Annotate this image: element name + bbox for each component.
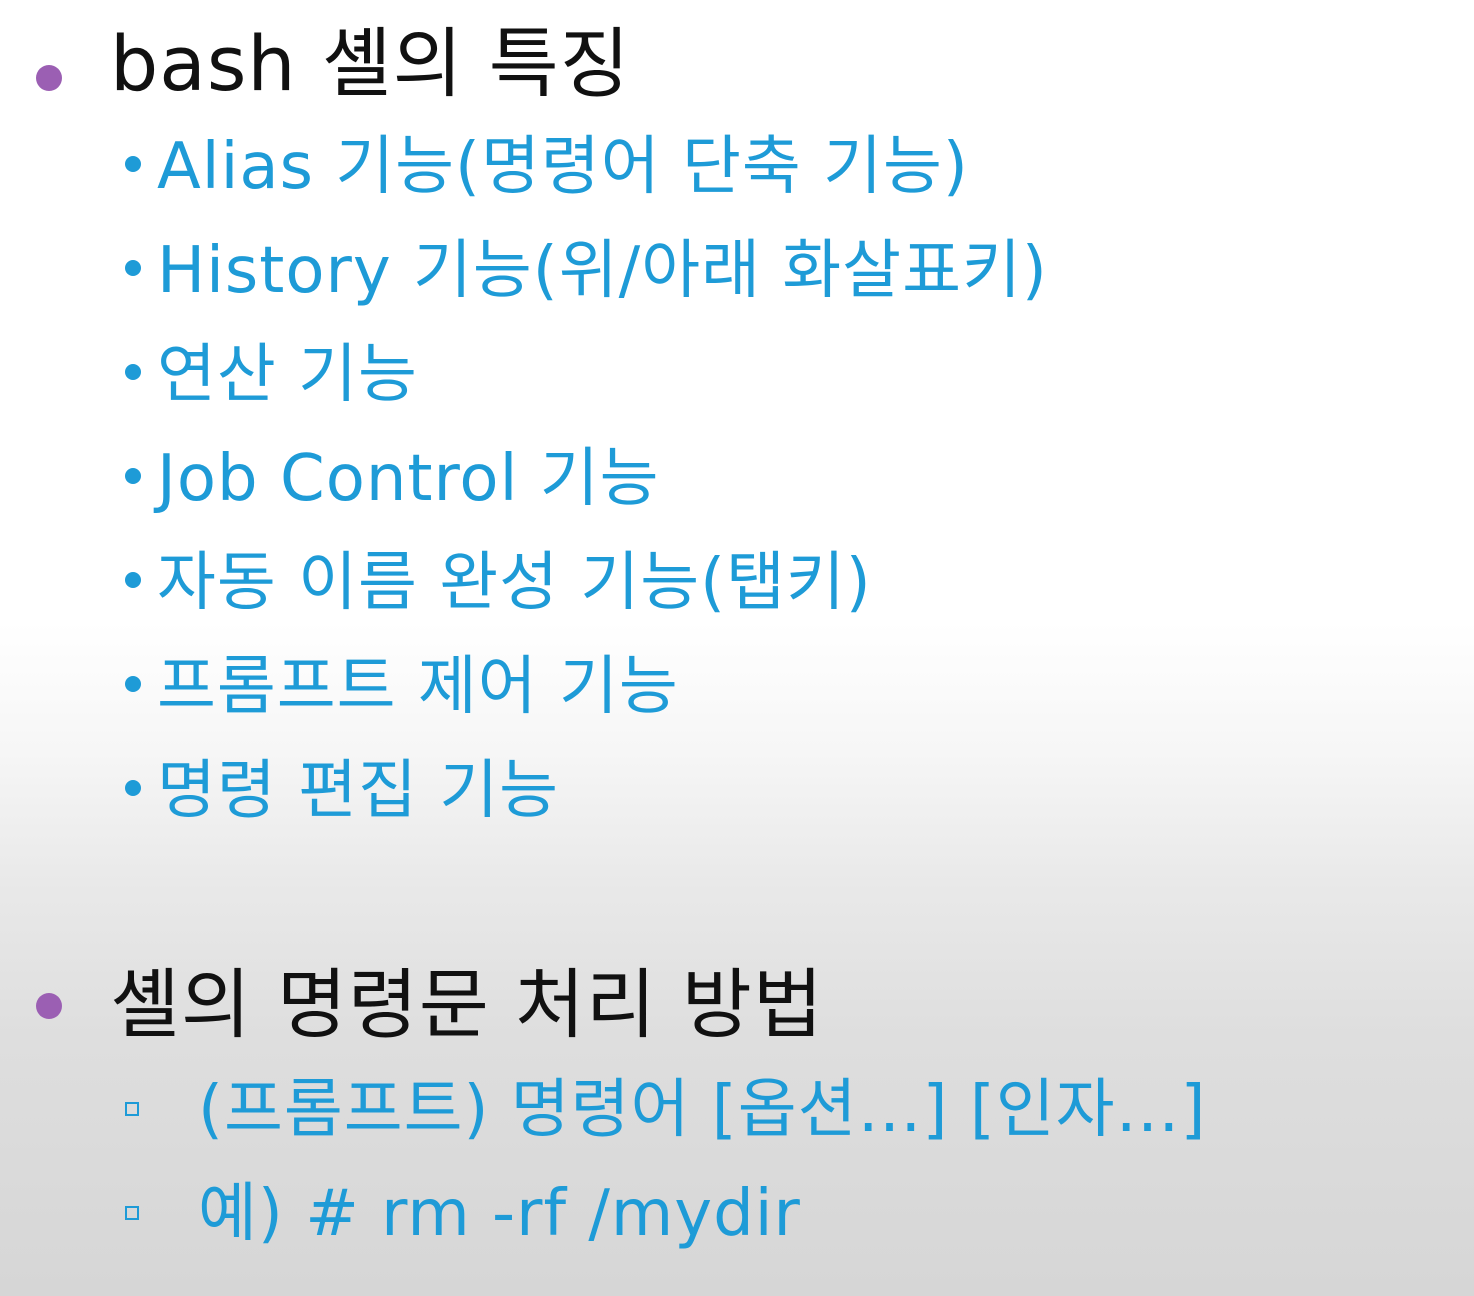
list-item: 명령 편집 기능 bbox=[125, 746, 1425, 836]
dot-bullet-icon bbox=[125, 468, 141, 484]
list-item: Alias 기능(명령어 단축 기능) bbox=[125, 122, 1425, 212]
section-heading-command-processing: 셸의 명령문 처리 방법 bbox=[0, 955, 1474, 1055]
bullet-icon bbox=[36, 993, 62, 1019]
list-item-text: History 기능(위/아래 화살표키) bbox=[157, 234, 1048, 308]
list-item-text: 프롬프트 제어 기능 bbox=[157, 650, 679, 724]
dot-bullet-icon bbox=[125, 364, 141, 380]
list-item: 예) # rm -rf /mydir bbox=[125, 1164, 1445, 1264]
list-item: Job Control 기능 bbox=[125, 434, 1425, 524]
list-item-text: 명령 편집 기능 bbox=[157, 754, 559, 828]
dot-bullet-icon bbox=[125, 156, 141, 172]
bullet-icon bbox=[36, 65, 62, 91]
list-item-text: Job Control 기능 bbox=[157, 442, 660, 516]
list-item: History 기능(위/아래 화살표키) bbox=[125, 226, 1425, 316]
section-heading-bash-features: bash 셸의 특징 bbox=[0, 14, 1474, 114]
list-item: 프롬프트 제어 기능 bbox=[125, 642, 1425, 732]
section-heading-text: 셸의 명령문 처리 방법 bbox=[110, 960, 824, 1049]
dot-bullet-icon bbox=[125, 780, 141, 796]
dot-bullet-icon bbox=[125, 676, 141, 692]
list-item-text: (프롬프트) 명령어 [옵션…] [인자…] bbox=[198, 1073, 1207, 1147]
list-item: (프롬프트) 명령어 [옵션…] [인자…] bbox=[125, 1060, 1445, 1160]
list-item: 연산 기능 bbox=[125, 330, 1425, 420]
square-bullet-icon bbox=[125, 1102, 139, 1116]
dot-bullet-icon bbox=[125, 260, 141, 276]
list-item-text: 자동 이름 완성 기능(탭키) bbox=[157, 546, 872, 620]
square-bullet-icon bbox=[125, 1206, 139, 1220]
list-item-text: 예) # rm -rf /mydir bbox=[198, 1177, 801, 1251]
list-item-text: 연산 기능 bbox=[157, 338, 418, 412]
dot-bullet-icon bbox=[125, 572, 141, 588]
list-item: 자동 이름 완성 기능(탭키) bbox=[125, 538, 1425, 628]
section-heading-text: bash 셸의 특징 bbox=[110, 19, 631, 108]
slide: bash 셸의 특징 Alias 기능(명령어 단축 기능) History 기… bbox=[0, 0, 1474, 1296]
list-item-text: Alias 기능(명령어 단축 기능) bbox=[157, 130, 969, 204]
